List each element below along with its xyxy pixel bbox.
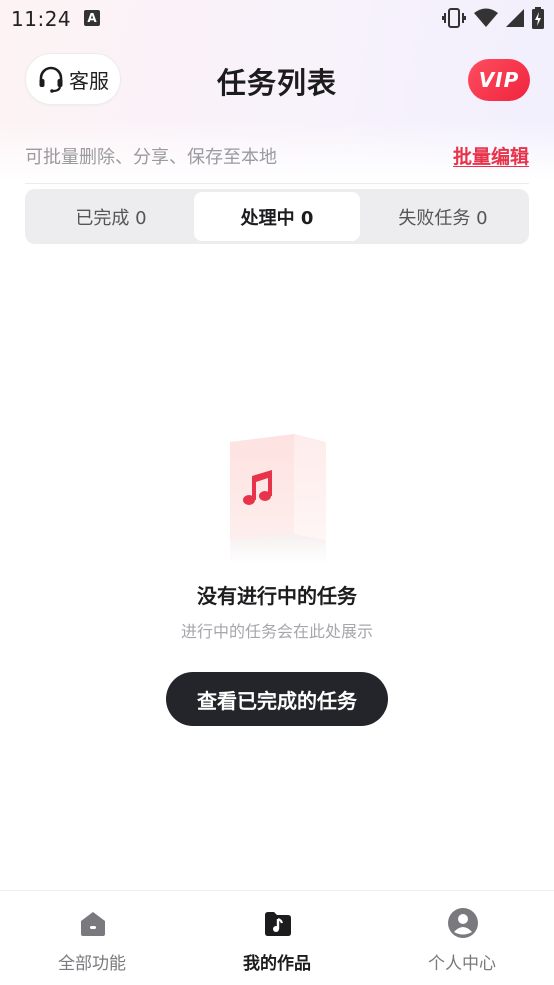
- home-icon: [81, 912, 105, 936]
- batch-hint-text: 可批量删除、分享、保存至本地: [25, 147, 277, 168]
- status-icons: [442, 6, 544, 30]
- wifi-icon: [474, 8, 498, 27]
- task-status-tabs: 已完成 0 处理中 0 失败任务 0: [25, 189, 529, 244]
- bottom-navigation: 全部功能 我的作品 个人中心: [0, 890, 554, 985]
- status-time: 11:24: [11, 7, 72, 31]
- empty-state-subtitle: 进行中的任务会在此处展示: [180, 622, 373, 641]
- nav-item-my-works[interactable]: 我的作品: [185, 891, 369, 985]
- music-folder-icon: [265, 912, 291, 936]
- battery-icon: [532, 7, 544, 29]
- tab-completed[interactable]: 已完成 0: [28, 192, 194, 241]
- vip-badge[interactable]: VIP: [468, 59, 530, 101]
- music-file-icon: [230, 434, 326, 564]
- tab-failed[interactable]: 失败任务 0: [360, 192, 526, 241]
- view-completed-tasks-button[interactable]: 查看已完成的任务: [166, 672, 388, 726]
- tab-processing[interactable]: 处理中 0: [194, 192, 360, 241]
- profile-icon: [448, 908, 478, 938]
- nav-label-all-features: 全部功能: [58, 954, 126, 974]
- notification-a-icon: A: [84, 10, 100, 26]
- nav-item-profile[interactable]: 个人中心: [370, 891, 554, 985]
- status-bar: 11:24 A: [0, 0, 554, 38]
- empty-state-title: 没有进行中的任务: [197, 584, 357, 608]
- signal-icon: [506, 9, 524, 27]
- batch-edit-link[interactable]: 批量编辑: [453, 142, 529, 169]
- nav-label-my-works: 我的作品: [243, 954, 311, 974]
- vibrate-icon: [442, 8, 466, 28]
- nav-label-profile: 个人中心: [428, 954, 496, 974]
- nav-item-all-features[interactable]: 全部功能: [0, 891, 184, 985]
- divider: [25, 183, 529, 184]
